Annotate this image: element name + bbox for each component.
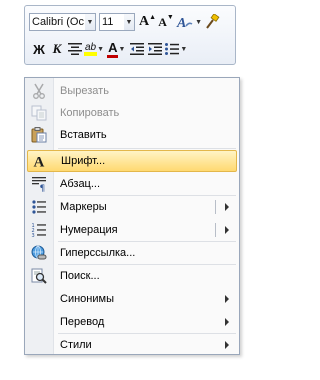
svg-text:A: A <box>176 16 186 30</box>
submenu-arrow-icon[interactable] <box>225 341 229 349</box>
split-divider <box>215 200 216 214</box>
chevron-down-icon[interactable]: ▼ <box>195 19 202 26</box>
menu-item-paste[interactable]: Вставить <box>27 124 237 146</box>
toolbar-row-1: Calibri (Oc ▼ 11 ▼ A ▲ A ▼ A ▼ <box>29 11 220 33</box>
menu-item-research[interactable]: Поиск... <box>27 265 237 287</box>
font-color-icon: A <box>107 40 119 58</box>
menu-item-label: Перевод <box>60 316 105 328</box>
menu-item-cut[interactable]: Вырезать <box>27 80 237 102</box>
paste-icon <box>27 125 51 145</box>
menu-item-copy[interactable]: Копировать <box>27 102 237 124</box>
chevron-down-icon[interactable]: ▼ <box>97 46 104 53</box>
menu-separator <box>58 148 236 149</box>
highlight-button[interactable]: ab ▼ <box>83 39 104 59</box>
format-painter-button[interactable] <box>204 12 220 32</box>
menu-item-label: Абзац... <box>60 178 101 190</box>
font-color-button[interactable]: A ▼ <box>107 39 125 59</box>
submenu-arrow-icon[interactable] <box>225 226 229 234</box>
font-name-combo[interactable]: Calibri (Oc ▼ <box>29 13 96 31</box>
italic-button[interactable]: К <box>49 39 65 59</box>
menu-item-label: Вставить <box>60 129 107 141</box>
toolbar-row-2: Ж К ab ▼ A ▼ ▼ <box>29 38 187 60</box>
bullets-icon <box>27 197 51 217</box>
screen: Calibri (Oc ▼ 11 ▼ A ▲ A ▼ A ▼ Ж К ab ▼ … <box>0 0 282 380</box>
styles-icon: A <box>176 16 193 30</box>
grow-font-button[interactable]: A ▲ <box>139 12 156 32</box>
menu-item-label: Стили <box>60 339 92 351</box>
bold-button[interactable]: Ж <box>31 39 47 59</box>
context-menu: Вырезать Копировать Вставить A Шрифт... … <box>24 77 240 355</box>
font-icon: A <box>28 151 52 171</box>
split-divider <box>215 223 216 237</box>
menu-item-font[interactable]: A Шрифт... <box>27 150 237 172</box>
submenu-arrow-icon[interactable] <box>225 295 229 303</box>
increase-indent-button[interactable] <box>147 39 163 59</box>
mini-toolbar: Calibri (Oc ▼ 11 ▼ A ▲ A ▼ A ▼ Ж К ab ▼ … <box>24 5 236 65</box>
format-painter-icon <box>206 14 220 29</box>
menu-item-label: Нумерация <box>60 224 118 236</box>
chevron-down-icon[interactable]: ▼ <box>124 14 134 30</box>
font-name-value: Calibri (Oc <box>32 16 84 28</box>
menu-item-label: Поиск... <box>60 270 100 282</box>
menu-item-bullets[interactable]: Маркеры <box>27 196 237 218</box>
bullets-button[interactable]: ▼ <box>165 39 187 59</box>
hyperlink-icon <box>27 243 51 263</box>
numbering-icon: 1 2 3 <box>27 220 51 240</box>
shrink-font-button[interactable]: A ▼ <box>158 12 174 32</box>
menu-item-styles[interactable]: Стили <box>27 334 237 356</box>
styles-button[interactable]: A ▼ <box>176 12 202 32</box>
align-center-icon <box>68 43 82 55</box>
increase-indent-icon <box>148 43 163 55</box>
chevron-down-icon[interactable]: ▼ <box>118 46 125 53</box>
bullets-icon <box>165 43 180 55</box>
chevron-down-icon[interactable]: ▼ <box>180 46 187 53</box>
research-icon <box>27 266 51 286</box>
grow-font-icon: A <box>139 14 150 29</box>
menu-item-hyperlink[interactable]: Гиперссылка... <box>27 242 237 264</box>
menu-item-label: Гиперссылка... <box>60 247 136 259</box>
submenu-arrow-icon[interactable] <box>225 203 229 211</box>
menu-item-label: Синонимы <box>60 293 114 305</box>
highlight-icon: ab <box>83 42 98 56</box>
decrease-indent-icon <box>130 43 145 55</box>
svg-text:A: A <box>34 155 45 170</box>
bold-label: Ж <box>33 41 45 57</box>
scissors-icon <box>27 81 51 101</box>
menu-item-label: Копировать <box>60 107 120 119</box>
svg-text:¶: ¶ <box>40 184 46 192</box>
paragraph-icon: ¶ <box>27 174 51 194</box>
svg-text:3: 3 <box>32 233 35 238</box>
font-size-value: 11 <box>102 16 114 28</box>
italic-label: К <box>52 41 62 56</box>
copy-icon <box>27 103 51 123</box>
menu-item-label: Маркеры <box>60 201 107 213</box>
font-size-combo[interactable]: 11 ▼ <box>99 13 135 31</box>
decrease-indent-button[interactable] <box>129 39 145 59</box>
chevron-down-icon[interactable]: ▼ <box>85 14 95 30</box>
menu-item-numbering[interactable]: 1 2 3 Нумерация <box>27 219 237 241</box>
submenu-arrow-icon[interactable] <box>225 318 229 326</box>
menu-item-paragraph[interactable]: ¶ Абзац... <box>27 173 237 195</box>
menu-item-synonyms[interactable]: Синонимы <box>27 288 237 310</box>
center-align-button[interactable] <box>67 39 83 59</box>
menu-item-translate[interactable]: Перевод <box>27 311 237 333</box>
menu-item-label: Шрифт... <box>61 155 106 167</box>
menu-item-label: Вырезать <box>60 85 109 97</box>
shrink-font-icon: A <box>158 14 167 29</box>
